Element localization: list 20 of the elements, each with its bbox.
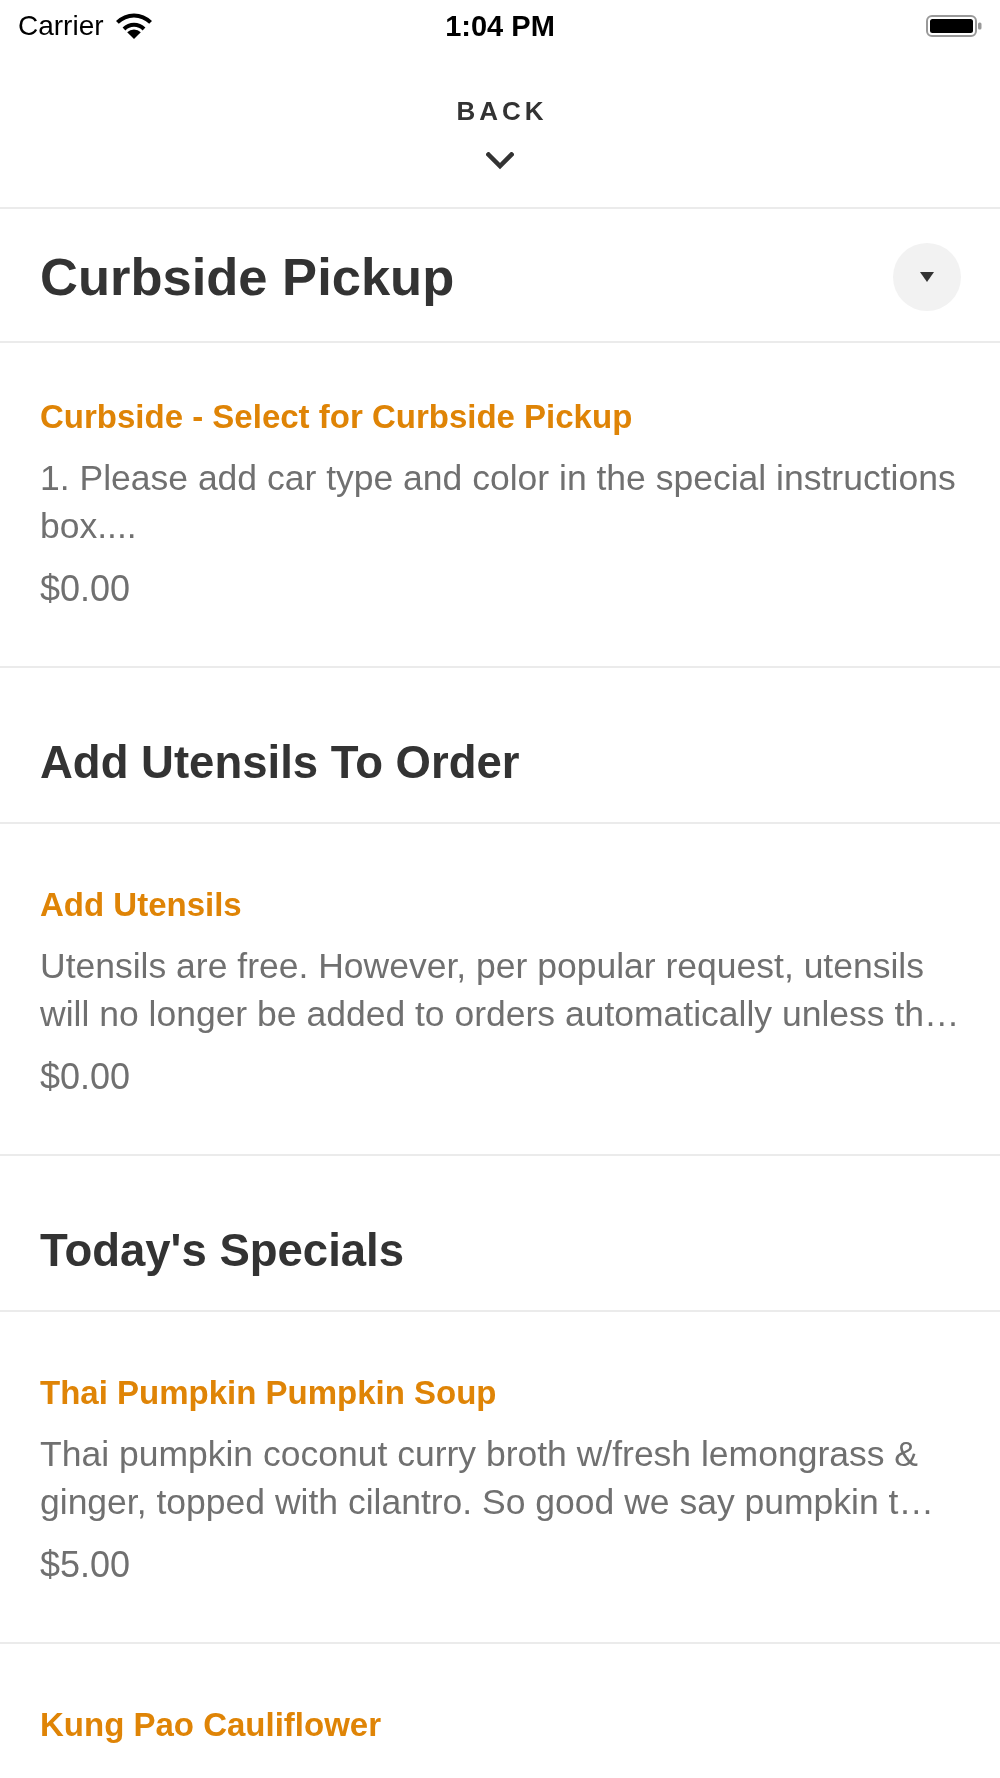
item-description: Thai pumpkin coconut curry broth w/fresh lemongrass & ginger, topped with cilantro. So good we say pumpkin t…	[40, 1433, 935, 1524]
battery-icon	[926, 15, 982, 37]
carrier-label: Carrier	[18, 10, 104, 42]
item-name-link[interactable]: Kung Pao Cauliflower	[40, 1705, 382, 1745]
item-name-link[interactable]: Thai Pumpkin Pumpkin Soup	[40, 1373, 497, 1413]
item-price: $0.00	[40, 1056, 131, 1098]
section-title: Today's Specials	[40, 1225, 405, 1277]
category-title: Curbside Pickup	[40, 246, 455, 308]
back-button[interactable]: BACK	[448, 96, 552, 170]
section-title: Add Utensils To Order	[40, 737, 520, 789]
item-price: $0.00	[40, 568, 131, 610]
time-label: 1:04 PM	[445, 9, 555, 43]
item-description: 1. Please add car type and color in the special instructions box....	[40, 457, 957, 548]
item-description: Utensils are free. However, per popular request, utensils will no longer be added to orders automatically unless th…	[40, 945, 961, 1036]
caret-down-icon	[920, 272, 934, 282]
item-name-link[interactable]: Add Utensils	[40, 885, 242, 925]
chevron-down-icon	[486, 152, 514, 170]
item-price: $5.00	[40, 1544, 131, 1586]
item-name-link[interactable]: Curbside - Select for Curbside Pickup	[40, 397, 633, 437]
wifi-icon	[115, 13, 152, 39]
